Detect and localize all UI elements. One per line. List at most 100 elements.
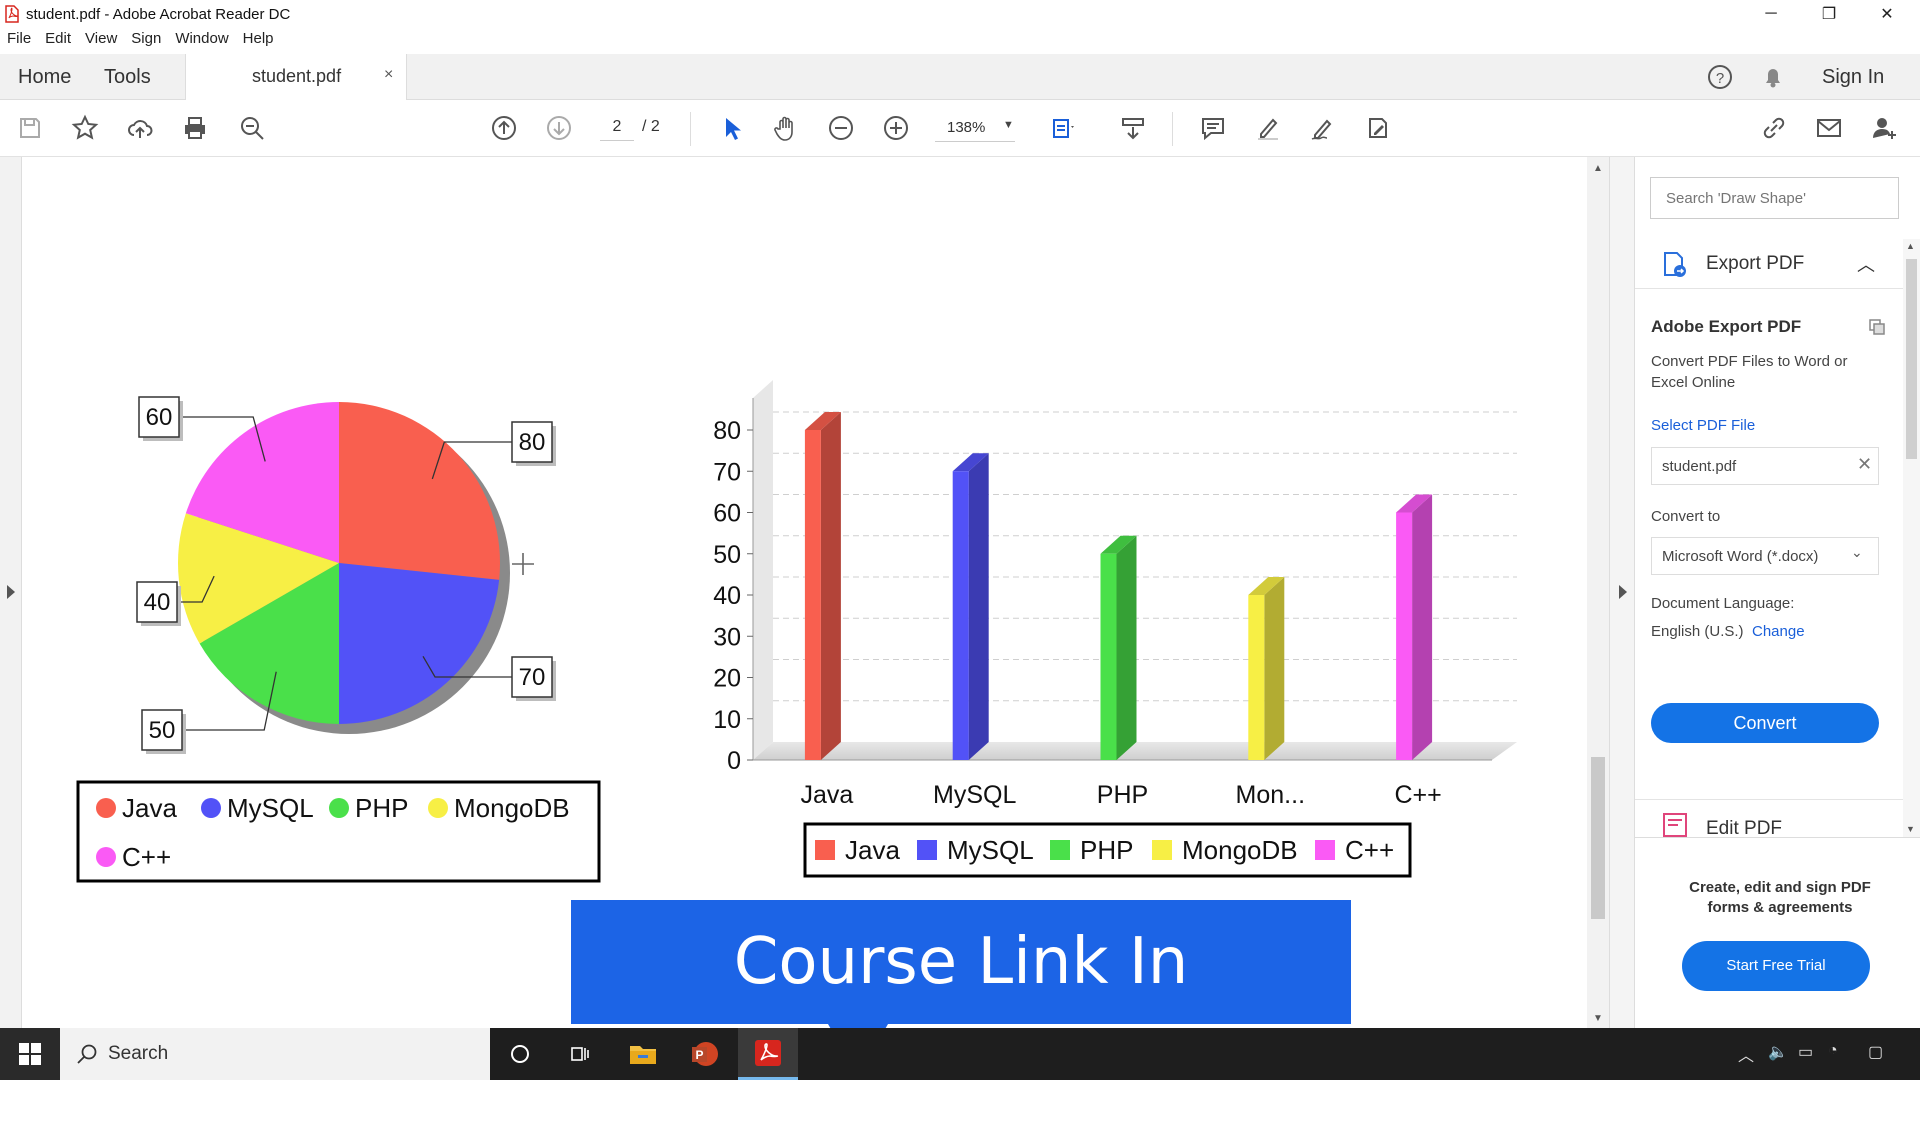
sign-pen-icon[interactable] [1305,110,1341,146]
select-cursor-icon[interactable] [713,110,749,146]
menu-sign[interactable]: Sign [124,30,168,52]
print-icon[interactable] [177,110,213,146]
scroll-down-icon[interactable]: ▼ [1906,824,1915,834]
bar-side [1412,494,1433,760]
taskbar-search-box[interactable]: Search [60,1028,490,1080]
scroll-up-icon[interactable]: ▲ [1593,163,1603,174]
select-pdf-file-link[interactable]: Select PDF File [1651,417,1755,434]
legend-marker [329,798,349,818]
notification-icon[interactable]: ▢ [1868,1042,1883,1062]
legend-label: Java [122,793,177,823]
tab-home[interactable]: Home [18,54,71,100]
bell-icon[interactable] [1759,63,1787,91]
toolbar-divider [690,112,691,146]
share-link-icon[interactable] [1756,110,1792,146]
acrobat-taskbar-icon[interactable] [738,1028,798,1080]
crosshair-cursor-icon [512,553,534,575]
menu-view[interactable]: View [78,30,124,52]
bar-side [820,412,841,760]
powerpoint-icon[interactable]: P [674,1028,734,1080]
tab-document[interactable]: student.pdf × [185,54,407,100]
battery-icon[interactable]: ▭ [1798,1042,1813,1062]
zoom-out-icon[interactable] [823,110,859,146]
x-tick-label: Mon... [1236,781,1305,809]
network-icon[interactable]: ◔ [1828,1042,1838,1060]
star-icon[interactable] [67,110,103,146]
edit-pdf-header[interactable]: Edit PDF [1635,799,1903,839]
scrollbar-thumb[interactable] [1906,259,1917,459]
bar-side [1116,535,1137,760]
document-language-label: Document Language: [1651,595,1795,612]
page-up-icon[interactable] [486,110,522,146]
minimize-button[interactable]: ─ [1742,0,1800,28]
fill-sign-icon[interactable] [1360,110,1396,146]
chevron-up-icon[interactable]: ︿ [1857,251,1875,277]
course-link-banner: Course Link In Description [571,900,1351,1123]
start-free-trial-button[interactable]: Start Free Trial [1682,941,1870,991]
zoom-select[interactable]: 138% ▼ [935,114,1015,142]
chevron-down-icon: ▼ [1003,119,1014,131]
document-page[interactable]: 80 70 50 40 60 Java MySQL PHP MongoDB C++ 0 10 20 3… [22,157,1587,1028]
close-window-button[interactable]: ✕ [1858,0,1916,28]
tab-tools[interactable]: Tools [104,54,151,100]
scroll-up-icon[interactable]: ▲ [1906,241,1915,251]
tools-pane-scrollbar[interactable]: ▲ ▼ [1903,239,1920,839]
bar-mongodb [1248,595,1265,760]
export-pdf-header[interactable]: Export PDF ︿ [1635,239,1903,289]
file-explorer-icon[interactable] [613,1028,673,1080]
tools-search-input[interactable] [1650,177,1899,219]
y-tick-label: 50 [713,541,741,569]
highlight-pen-icon[interactable] [1250,110,1286,146]
page-down-icon[interactable] [541,110,577,146]
document-language-value: English (U.S.) [1651,623,1744,640]
cortana-icon[interactable] [490,1028,550,1080]
mail-icon[interactable] [1811,110,1847,146]
selected-file-field[interactable]: student.pdf [1651,447,1879,485]
upload-cloud-icon[interactable] [122,110,158,146]
sign-in-button[interactable]: Sign In [1822,66,1884,89]
help-icon[interactable]: ? [1706,63,1734,91]
convert-button[interactable]: Convert [1651,703,1879,743]
volume-icon[interactable]: 🔈 [1768,1042,1788,1062]
right-panel-rail [1609,157,1635,1028]
pie-chart-legend: Java MySQL PHP MongoDB C++ [76,780,601,883]
copy-icon[interactable] [1867,317,1887,337]
scroll-down-icon[interactable]: ▼ [1593,1013,1603,1024]
export-pdf-icon [1661,251,1689,279]
convert-to-label: Convert to [1651,508,1721,525]
export-pdf-title: Export PDF [1706,253,1805,274]
promo-panel: Create, edit and sign PDF forms & agreem… [1635,837,1920,1028]
legend-label: MySQL [947,835,1034,865]
menu-file[interactable]: File [0,30,38,52]
title-bar: student.pdf - Adobe Acrobat Reader DC ─ … [0,0,1920,28]
clear-file-icon[interactable]: ✕ [1857,454,1872,475]
acrobat-icon [4,5,20,23]
scrollbar-thumb[interactable] [1591,757,1605,919]
svg-text:?: ? [1716,70,1724,87]
scroll-mode-icon[interactable] [1115,110,1151,146]
edit-pdf-title: Edit PDF [1706,818,1783,839]
menu-edit[interactable]: Edit [38,30,78,52]
zoom-search-icon[interactable] [234,110,270,146]
menu-help[interactable]: Help [236,30,281,52]
save-icon[interactable] [12,110,48,146]
tray-chevron-up-icon[interactable]: ︿ [1738,1042,1754,1066]
comment-icon[interactable] [1195,110,1231,146]
expand-left-panel-icon[interactable] [7,585,15,599]
task-view-icon[interactable] [550,1028,610,1080]
y-tick-label: 10 [713,706,741,734]
zoom-in-icon[interactable] [878,110,914,146]
bar-php [1100,553,1117,760]
collapse-right-panel-icon[interactable] [1619,585,1627,599]
add-user-icon[interactable] [1866,110,1902,146]
fit-page-icon[interactable] [1045,110,1081,146]
restore-button[interactable]: ❐ [1800,0,1858,28]
convert-to-select[interactable]: Microsoft Word (*.docx) [1651,537,1879,575]
tab-close-button[interactable]: × [384,66,393,84]
windows-start-button[interactable] [0,1028,60,1080]
hand-tool-icon[interactable] [768,110,804,146]
change-language-link[interactable]: Change [1752,623,1805,640]
document-scrollbar[interactable]: ▲ ▼ [1587,157,1609,1028]
page-number-input[interactable] [600,113,634,141]
menu-window[interactable]: Window [168,30,235,52]
